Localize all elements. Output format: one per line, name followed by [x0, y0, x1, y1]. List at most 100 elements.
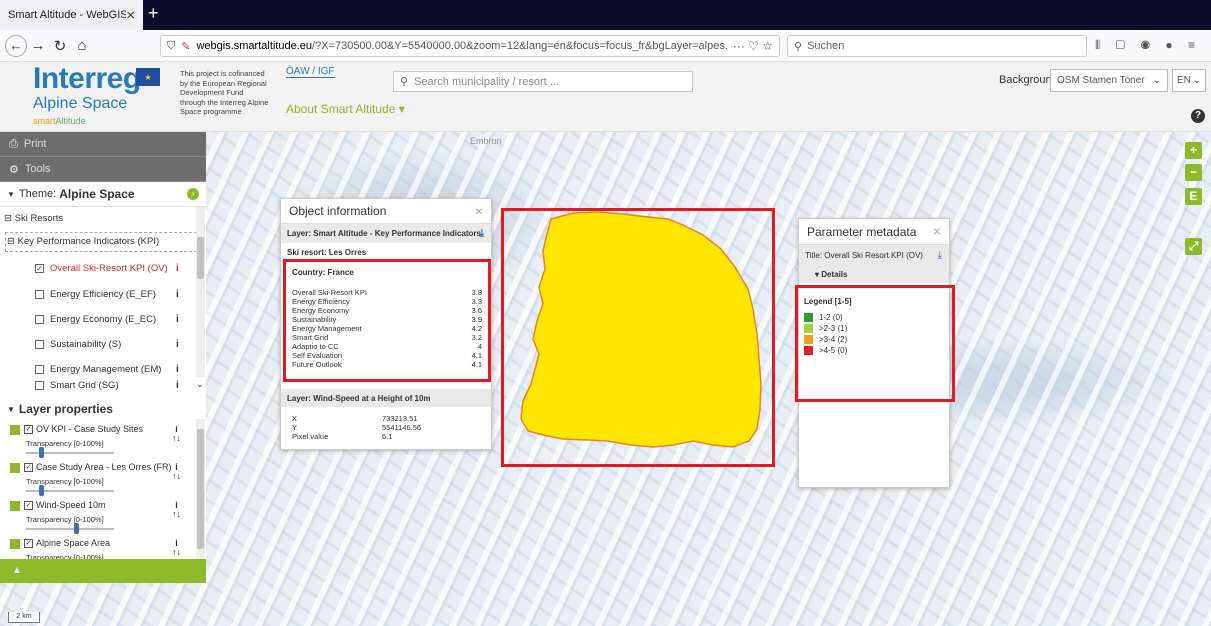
transparency-slider[interactable]	[26, 447, 114, 458]
tree-kpi-group[interactable]: ⊟ Key Performance Indicators (KPI)	[7, 236, 159, 247]
info-icon[interactable]: i ↑↓	[172, 425, 181, 443]
shield-icon: ⛉	[167, 39, 176, 52]
collapse-icon[interactable]: ⊟	[7, 236, 15, 247]
about-menu[interactable]: About Smart Altitude ▾	[286, 102, 405, 116]
logo-altitude-part: Altitude	[55, 116, 86, 126]
tree-item-sg[interactable]: Smart Grid (SG)	[35, 380, 119, 391]
details-toggle[interactable]: ▾ Details	[799, 265, 949, 283]
tree-item-ov[interactable]: ✓ Overall Ski-Resort KPI (OV)	[35, 263, 168, 274]
slider-thumb[interactable]	[39, 485, 45, 496]
wind-layer-bar: Layer: Wind-Speed at a Height of 10m	[281, 389, 491, 407]
reload-icon[interactable]: ↻	[49, 37, 71, 55]
checkbox-checked[interactable]: ✓	[24, 501, 33, 510]
checkbox[interactable]	[35, 289, 44, 299]
layer-color-swatch[interactable]	[10, 501, 20, 511]
extent-button[interactable]: E	[1185, 188, 1202, 205]
transparency-slider[interactable]	[26, 485, 114, 496]
close-icon[interactable]: ×	[475, 203, 483, 219]
checkbox[interactable]	[35, 380, 44, 390]
theme-name: Alpine Space	[59, 187, 135, 201]
object-info-title: Object information	[289, 204, 387, 218]
layer-color-swatch[interactable]	[10, 463, 20, 473]
transparency-label: Transparency [0-100%]	[26, 439, 104, 448]
language-select[interactable]: EN ⌄	[1172, 69, 1206, 92]
chevron-down-icon: ▼	[7, 404, 15, 414]
layer-prop-item: ✓ OV KPI - Case Study Sites Transparency…	[10, 424, 200, 465]
tree-item-label: Energy Efficiency (E_EF)	[50, 289, 156, 300]
back-arrow-icon[interactable]: ←	[5, 34, 27, 57]
tree-item-em[interactable]: Energy Management (EM)	[35, 364, 161, 375]
tree-item-eec[interactable]: Energy Economy (E_EC)	[35, 314, 156, 325]
transparency-slider[interactable]	[26, 523, 114, 534]
slider-thumb[interactable]	[39, 447, 45, 458]
sidebar-overlay: ⎙ Print ⚙ Tools ▼ Theme: Alpine Space › …	[0, 132, 206, 583]
checkbox[interactable]	[35, 364, 44, 374]
layer-props-scroll-thumb[interactable]	[197, 429, 204, 549]
chevron-down-icon[interactable]: ⌄	[196, 379, 204, 390]
tree-ski-resorts[interactable]: ⊟ Ski Resorts	[4, 213, 63, 224]
theme-go-icon[interactable]: ›	[187, 188, 199, 200]
fullscreen-button[interactable]: ⤢	[1185, 238, 1202, 255]
close-icon[interactable]: ×	[933, 223, 941, 239]
info-icon[interactable]: i ↑↓	[172, 463, 181, 481]
info-icon[interactable]: i ↑↓	[172, 501, 181, 519]
tree-item-s[interactable]: Sustainability (S)	[35, 339, 121, 350]
wind-row: Pixel value 6.1	[292, 432, 422, 441]
info-icon[interactable]: i	[176, 314, 179, 325]
print-button[interactable]: ⎙ Print	[0, 132, 206, 157]
collapse-icon[interactable]: ⊟	[4, 213, 12, 224]
checkbox-checked[interactable]: ✓	[24, 539, 33, 548]
url-bar[interactable]: ⛉ ✎ webgis.smartaltitude.eu/?X=730500.00…	[160, 35, 780, 57]
checkbox[interactable]	[35, 314, 44, 324]
interreg-logo[interactable]: Interreg	[33, 62, 141, 96]
zoom-in-button[interactable]: +	[1185, 142, 1202, 159]
new-tab-icon[interactable]: +	[148, 3, 159, 24]
layer-properties-list: ✓ OV KPI - Case Study Sites Transparency…	[0, 419, 206, 569]
info-icon[interactable]: i	[176, 364, 179, 375]
checkbox-checked[interactable]: ✓	[24, 463, 33, 472]
gear-icon: ⚙	[9, 163, 19, 176]
home-icon[interactable]: ⌂	[71, 37, 93, 54]
tree-scroll-thumb[interactable]	[197, 237, 204, 279]
layer-properties-label: Layer properties	[18, 402, 113, 416]
param-meta-title: Parameter metadata	[807, 224, 917, 239]
theme-selector[interactable]: ▼ Theme: Alpine Space ›	[0, 182, 206, 207]
browser-toolbar-icons[interactable]: ⫴ ▢ ◉ ● ≡	[1095, 38, 1201, 53]
tools-button[interactable]: ⚙ Tools	[0, 157, 206, 182]
info-icon[interactable]: i	[176, 380, 179, 391]
tree-item-eef[interactable]: Energy Efficiency (E_EF)	[35, 289, 156, 300]
info-icon[interactable]: i	[176, 263, 179, 274]
search-icon: ⚲	[400, 76, 409, 88]
layer-props-scrollbar[interactable]	[196, 419, 205, 569]
browser-tab[interactable]: Smart Altitude - WebGIS ×	[0, 0, 143, 30]
tree-scrollbar[interactable]	[196, 207, 205, 377]
browser-search-input[interactable]: ⚲ Suchen	[787, 35, 1087, 57]
layer-color-swatch[interactable]	[10, 425, 20, 435]
help-icon[interactable]: ?	[1191, 109, 1205, 123]
info-icon[interactable]: i	[176, 289, 179, 300]
layer-color-swatch[interactable]	[10, 539, 20, 549]
browser-tab-bar: Smart Altitude - WebGIS × +	[0, 0, 1211, 30]
info-icon[interactable]: i ↑↓	[172, 539, 181, 557]
popup-title: Object information ×	[281, 199, 491, 224]
checkbox[interactable]	[35, 339, 44, 349]
background-select[interactable]: OSM Stamen Toner ⌄	[1050, 69, 1168, 92]
municipality-search-input[interactable]: ⚲ Search municipality / resort ...	[393, 71, 693, 92]
download-icon[interactable]: ⤓	[938, 250, 942, 261]
kpi-layer-label: Layer: Smart Altitude - Key Performance …	[287, 229, 481, 238]
layer-properties-header[interactable]: ▼ Layer properties	[0, 399, 206, 419]
partner-logo[interactable]: ÖAW / IGF	[286, 66, 335, 78]
checkbox-checked[interactable]: ✓	[24, 425, 33, 434]
download-icon[interactable]: ⤓	[480, 228, 484, 239]
sidebar-collapse-bar[interactable]: ▲	[0, 559, 206, 583]
slider-thumb[interactable]	[74, 523, 80, 534]
tab-title: Smart Altitude - WebGIS	[8, 9, 127, 21]
info-icon[interactable]: i	[176, 339, 179, 350]
tree-item-label: Energy Management (EM)	[50, 364, 162, 375]
zoom-out-button[interactable]: −	[1185, 164, 1202, 181]
page-actions-icon[interactable]: ··· ♡ ☆	[727, 39, 773, 53]
checkbox-checked[interactable]: ✓	[35, 264, 44, 273]
close-icon[interactable]: ×	[126, 7, 135, 24]
chevron-down-icon: ⌄	[1152, 75, 1161, 86]
forward-arrow-icon[interactable]: →	[27, 37, 49, 54]
